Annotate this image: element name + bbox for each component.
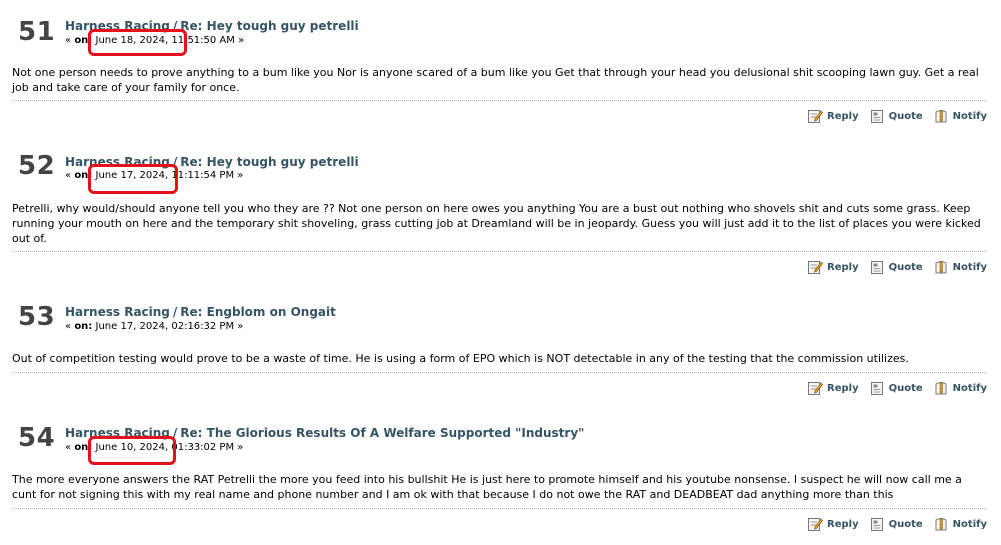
reply-icon bbox=[808, 518, 823, 531]
post-date: June 10, 2024, 01:33:02 PM bbox=[95, 442, 235, 453]
quote-label: Quote bbox=[888, 382, 923, 394]
post-topic: Harness Racing / Re: Hey tough guy petrell… bbox=[65, 155, 359, 169]
subject-link[interactable]: Re: Engblom on Ongait bbox=[180, 305, 336, 319]
date-suffix: » bbox=[238, 35, 245, 46]
quote-icon bbox=[870, 382, 883, 395]
date-suffix: » bbox=[237, 442, 244, 453]
topic-separator: / bbox=[172, 155, 178, 169]
notify-button[interactable]: Notify bbox=[933, 380, 987, 396]
post-body: The more everyone answers the RAT Petrel… bbox=[12, 473, 962, 501]
notify-icon bbox=[935, 261, 947, 274]
on-label: on: bbox=[74, 321, 93, 332]
quote-label: Quote bbox=[888, 261, 923, 273]
post-date: June 18, 2024, 11:51:50 AM bbox=[95, 35, 235, 46]
quote-icon bbox=[870, 261, 883, 274]
quote-button[interactable]: Quote bbox=[869, 380, 923, 396]
date-prefix: « bbox=[65, 35, 72, 46]
on-label: on: bbox=[74, 170, 93, 181]
topic-separator: / bbox=[172, 19, 178, 33]
post-actions: Reply Quote Notify bbox=[797, 379, 987, 397]
notify-label: Notify bbox=[952, 382, 987, 394]
post-date: June 17, 2024, 11:11:54 PM bbox=[95, 170, 235, 181]
post-actions: Reply Quote Notify bbox=[797, 258, 987, 276]
post-date-line: « on: June 10, 2024, 01:33:02 PM » bbox=[65, 442, 243, 454]
post-actions: Reply Quote Notify bbox=[797, 107, 987, 125]
topic-separator: / bbox=[172, 305, 178, 319]
on-label: on: bbox=[74, 35, 93, 46]
post-date-line: « on: June 18, 2024, 11:51:50 AM » bbox=[65, 35, 244, 47]
board-link[interactable]: Harness Racing bbox=[65, 155, 170, 169]
reply-label: Reply bbox=[827, 261, 859, 273]
notify-icon bbox=[935, 110, 947, 123]
reply-label: Reply bbox=[827, 110, 859, 122]
board-link[interactable]: Harness Racing bbox=[65, 19, 170, 33]
notify-button[interactable]: Notify bbox=[933, 259, 987, 275]
subject-link[interactable]: Re: The Glorious Results Of A Welfare Su… bbox=[180, 426, 584, 440]
board-link[interactable]: Harness Racing bbox=[65, 426, 170, 440]
board-link[interactable]: Harness Racing bbox=[65, 305, 170, 319]
quote-label: Quote bbox=[888, 110, 923, 122]
reply-icon bbox=[808, 382, 823, 395]
notify-button[interactable]: Notify bbox=[933, 516, 987, 532]
post-date-line: « on: June 17, 2024, 02:16:32 PM » bbox=[65, 321, 243, 333]
post-date-line: « on: June 17, 2024, 11:11:54 PM » bbox=[65, 170, 243, 182]
date-suffix: » bbox=[237, 170, 244, 181]
post-counter: 54 bbox=[18, 423, 56, 453]
topic-separator: / bbox=[172, 426, 178, 440]
post-divider bbox=[12, 251, 987, 252]
post-body: Petrelli, why would/should anyone tell y… bbox=[12, 202, 981, 245]
quote-icon bbox=[870, 518, 883, 531]
notify-icon bbox=[935, 382, 947, 395]
post-body: Not one person needs to prove anything t… bbox=[12, 66, 979, 94]
quote-button[interactable]: Quote bbox=[869, 516, 923, 532]
quote-button[interactable]: Quote bbox=[869, 259, 923, 275]
reply-button[interactable]: Reply bbox=[807, 108, 859, 124]
post-divider bbox=[12, 372, 987, 373]
reply-label: Reply bbox=[827, 518, 859, 530]
post-body: Out of competition testing would prove t… bbox=[12, 352, 909, 365]
notify-label: Notify bbox=[952, 261, 987, 273]
quote-label: Quote bbox=[888, 518, 923, 530]
post-counter: 52 bbox=[18, 151, 56, 181]
post-date: June 17, 2024, 02:16:32 PM bbox=[95, 321, 235, 332]
post-divider bbox=[12, 508, 987, 509]
subject-link[interactable]: Re: Hey tough guy petrelli bbox=[180, 19, 358, 33]
date-prefix: « bbox=[65, 321, 72, 332]
quote-button[interactable]: Quote bbox=[869, 108, 923, 124]
date-suffix: » bbox=[237, 321, 244, 332]
post-topic: Harness Racing / Re: Engblom on Ongait bbox=[65, 305, 336, 319]
post-divider bbox=[12, 100, 987, 101]
notify-label: Notify bbox=[952, 110, 987, 122]
post-topic: Harness Racing / Re: Hey tough guy petrell… bbox=[65, 19, 359, 33]
subject-link[interactable]: Re: Hey tough guy petrelli bbox=[180, 155, 358, 169]
post-actions: Reply Quote Notify bbox=[797, 515, 987, 533]
reply-button[interactable]: Reply bbox=[807, 259, 859, 275]
post-counter: 53 bbox=[18, 302, 56, 332]
post-topic: Harness Racing / Re: The Glorious Results … bbox=[65, 426, 584, 440]
reply-icon bbox=[808, 110, 823, 123]
date-prefix: « bbox=[65, 442, 72, 453]
notify-icon bbox=[935, 518, 947, 531]
notify-label: Notify bbox=[952, 518, 987, 530]
reply-button[interactable]: Reply bbox=[807, 380, 859, 396]
quote-icon bbox=[870, 110, 883, 123]
reply-button[interactable]: Reply bbox=[807, 516, 859, 532]
reply-icon bbox=[808, 261, 823, 274]
notify-button[interactable]: Notify bbox=[933, 108, 987, 124]
date-prefix: « bbox=[65, 170, 72, 181]
post-counter: 51 bbox=[18, 17, 56, 47]
on-label: on: bbox=[74, 442, 93, 453]
reply-label: Reply bbox=[827, 382, 859, 394]
